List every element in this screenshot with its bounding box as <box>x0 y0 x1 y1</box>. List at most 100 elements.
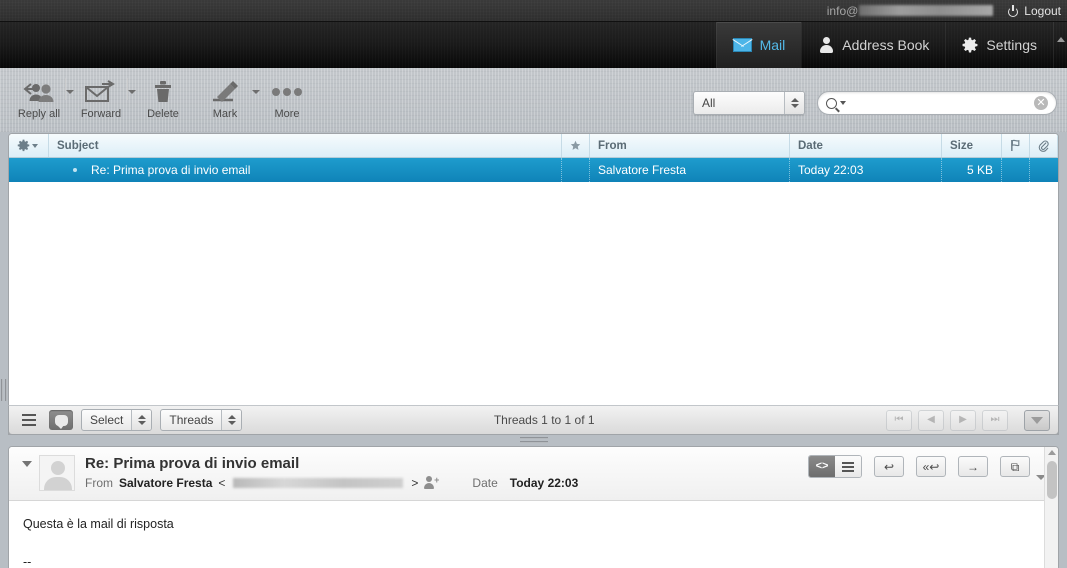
reply-all-label: Reply all <box>17 108 61 120</box>
date-value: Today 22:03 <box>509 476 579 490</box>
list-options-button[interactable] <box>1024 409 1050 431</box>
open-in-window-button[interactable]: ⧉ <box>1000 456 1030 477</box>
row-star-cell[interactable] <box>562 158 590 182</box>
search-input[interactable] <box>852 96 1034 110</box>
reply-all-button[interactable]: Reply all <box>8 72 74 120</box>
thread-view-mode-button[interactable] <box>49 410 73 430</box>
row-subject-text: Re: Prima prova di invio email <box>91 163 251 177</box>
code-view-button[interactable]: <> <box>809 456 835 477</box>
row-from-cell: Salvatore Fresta <box>590 158 790 182</box>
message-header: Re: Prima prova di invio email From Salv… <box>9 447 1058 501</box>
gear-icon <box>962 37 978 53</box>
scroll-up-icon[interactable] <box>1048 450 1056 455</box>
select-dropdown[interactable]: Select <box>81 409 153 431</box>
row-subject-cell[interactable]: Re: Prima prova di invio email <box>49 158 562 182</box>
view-mode-group: <> <box>808 455 862 478</box>
last-page-button[interactable]: ⏭ <box>982 409 1008 431</box>
magnifier-icon[interactable] <box>826 97 837 109</box>
clear-icon[interactable]: ✕ <box>1034 96 1048 110</box>
forward-separator <box>127 78 128 100</box>
message-count-display: Threads 1 to 1 of 1 <box>493 413 595 427</box>
from-bracket-close: > <box>411 476 419 490</box>
select-dropdown-label: Select <box>90 413 124 427</box>
person-icon <box>818 37 834 53</box>
main-toolbar-bar: Reply all Forward Delete Mark More All ✕ <box>0 68 1067 132</box>
list-column-flag[interactable] <box>1002 134 1030 157</box>
current-user-info: info@ <box>827 4 994 18</box>
row-date-cell: Today 22:03 <box>790 158 942 182</box>
message-body: Questa è la mail di risposta -- <box>23 517 174 568</box>
list-view-mode-button[interactable] <box>17 410 41 430</box>
paperclip-icon <box>1038 140 1049 152</box>
message-subject: Re: Prima prova di invio email <box>85 455 300 472</box>
select-spinner-icon[interactable] <box>131 410 152 430</box>
ellipsis-icon <box>270 79 304 105</box>
from-name: Salvatore Fresta <box>119 476 213 490</box>
unread-dot-icon <box>73 168 77 172</box>
from-label: From <box>85 476 113 490</box>
forward-arrow-icon: → <box>967 459 979 474</box>
preview-splitter[interactable] <box>8 437 1059 445</box>
delete-button[interactable]: Delete <box>132 72 194 120</box>
more-button[interactable]: More <box>256 72 318 120</box>
forward-label: Forward <box>80 108 122 120</box>
user-email-prefix: info@ <box>826 3 859 18</box>
message-header-text: Re: Prima prova di invio email From Salv… <box>85 455 578 490</box>
list-column-from[interactable]: From <box>590 134 790 157</box>
logout-label: Logout <box>1024 3 1061 18</box>
search-zone: All ✕ <box>693 91 1057 115</box>
row-status-cell <box>9 158 49 182</box>
scope-spinner-icon[interactable] <box>784 92 804 114</box>
message-header-collapse-button[interactable] <box>17 455 37 467</box>
row-flag-cell[interactable] <box>1002 158 1030 182</box>
message-preview-pane: Re: Prima prova di invio email From Salv… <box>8 446 1059 568</box>
forward-button[interactable]: Forward <box>70 72 136 120</box>
search-options-caret-icon[interactable] <box>840 101 846 105</box>
message-toolbar: Reply all Forward Delete Mark More <box>8 72 318 120</box>
row-size-text: 5 KB <box>966 163 993 177</box>
reply-button[interactable]: ↩ <box>874 456 904 477</box>
list-column-date[interactable]: Date <box>790 134 942 157</box>
trash-icon <box>151 79 175 105</box>
list-options-icon <box>1031 416 1043 424</box>
add-contact-icon[interactable]: + <box>424 476 439 490</box>
preview-scrollbar[interactable] <box>1044 447 1058 568</box>
list-column-options[interactable] <box>9 134 49 157</box>
splitter-grip-horizontal <box>519 437 548 445</box>
power-icon <box>1007 4 1019 17</box>
list-column-star[interactable] <box>562 134 590 157</box>
from-bracket-open: < <box>218 476 226 490</box>
list-options-caret-icon[interactable] <box>32 143 38 148</box>
splitter-grip-vertical <box>1 379 7 401</box>
topline-bar: info@ Logout <box>0 0 1067 22</box>
table-row[interactable]: Re: Prima prova di invio email Salvatore… <box>9 158 1058 182</box>
taskbar-collapse-button[interactable] <box>1053 22 1067 68</box>
next-page-button[interactable]: ▶ <box>950 409 976 431</box>
list-column-date-label: Date <box>798 139 823 152</box>
first-page-button[interactable]: ⏮ <box>886 409 912 431</box>
row-date-text: Today 22:03 <box>798 163 864 177</box>
task-addressbook[interactable]: Address Book <box>801 22 945 68</box>
folder-list-splitter[interactable] <box>0 370 8 410</box>
list-column-attachment[interactable] <box>1030 134 1058 157</box>
task-settings[interactable]: Settings <box>945 22 1053 68</box>
logout-button[interactable]: Logout <box>1007 4 1061 18</box>
envelope-icon <box>732 38 752 52</box>
search-scope-select[interactable]: All <box>693 91 805 115</box>
mark-button[interactable]: Mark <box>194 72 260 120</box>
task-mail[interactable]: Mail <box>715 22 802 68</box>
list-view-button[interactable] <box>835 456 861 477</box>
search-box[interactable]: ✕ <box>817 91 1057 115</box>
mark-label: Mark <box>212 108 238 120</box>
list-column-subject[interactable]: Subject <box>49 134 562 157</box>
from-address-redacted <box>233 478 404 488</box>
reply-all-icon <box>19 79 59 105</box>
reply-all-button-preview[interactable]: «↩ <box>916 456 946 477</box>
code-view-icon: <> <box>815 460 829 472</box>
task-mail-label: Mail <box>759 37 786 53</box>
reply-all-separator <box>65 78 66 100</box>
list-column-size[interactable]: Size <box>942 134 1002 157</box>
forward-button-preview[interactable]: → <box>958 456 988 477</box>
prev-page-button[interactable]: ◀ <box>918 409 944 431</box>
scrollbar-thumb[interactable] <box>1047 461 1057 499</box>
